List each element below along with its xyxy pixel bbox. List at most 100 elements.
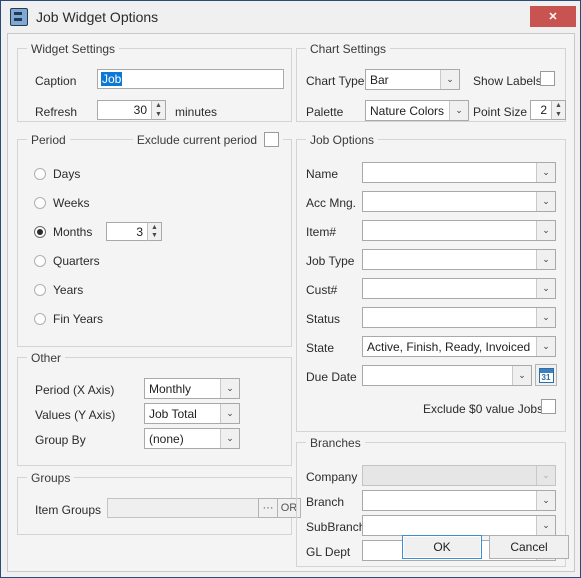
radio-weeks-dot xyxy=(34,197,46,209)
radio-fin-years-dot xyxy=(34,313,46,325)
ok-button[interactable]: OK xyxy=(402,535,482,559)
chevron-down-icon[interactable]: ⌄ xyxy=(536,516,555,535)
radio-fin-years[interactable]: Fin Years xyxy=(34,312,103,326)
state-label: State xyxy=(306,341,335,355)
chevron-down-icon[interactable]: ⌄ xyxy=(536,279,555,298)
due-date-select[interactable]: ⌄ xyxy=(362,365,532,386)
refresh-stepper[interactable]: ▲ ▼ xyxy=(151,100,166,120)
chevron-down-icon[interactable]: ⌄ xyxy=(512,366,531,385)
refresh-stepper-up[interactable]: ▲ xyxy=(152,101,165,110)
item-number-select[interactable]: ⌄ xyxy=(362,220,556,241)
chevron-down-icon[interactable]: ⌄ xyxy=(536,308,555,327)
item-groups-browse-button[interactable]: ··· xyxy=(258,498,278,518)
cancel-button[interactable]: Cancel xyxy=(489,535,569,559)
state-value: Active, Finish, Ready, Invoiced xyxy=(367,339,531,354)
chevron-down-icon[interactable]: ⌄ xyxy=(536,491,555,510)
radio-quarters-label: Quarters xyxy=(53,254,100,268)
months-stepper-up[interactable]: ▲ xyxy=(148,223,161,232)
radio-months-label: Months xyxy=(53,225,93,239)
status-select[interactable]: ⌄ xyxy=(362,307,556,328)
radio-quarters[interactable]: Quarters xyxy=(34,254,100,268)
point-size-value: 2 xyxy=(540,103,547,117)
group-by-value: (none) xyxy=(149,431,184,446)
acc-mng-select[interactable]: ⌄ xyxy=(362,191,556,212)
refresh-input[interactable]: 30 xyxy=(97,100,152,120)
group-other-legend: Other xyxy=(27,351,66,365)
item-groups-input[interactable] xyxy=(107,498,259,518)
refresh-label: Refresh xyxy=(35,105,78,119)
chevron-down-icon[interactable]: ⌄ xyxy=(220,429,239,448)
radio-years[interactable]: Years xyxy=(34,283,83,297)
radio-days[interactable]: Days xyxy=(34,167,80,181)
point-size-stepper[interactable]: ▲ ▼ xyxy=(551,100,566,120)
radio-years-label: Years xyxy=(53,283,84,297)
subbranch-select[interactable]: ⌄ xyxy=(362,515,556,536)
show-labels-label: Show Labels xyxy=(473,74,542,88)
group-chart-settings: Chart Settings Chart Type Bar ⌄ Show Lab… xyxy=(296,42,566,122)
job-type-select[interactable]: ⌄ xyxy=(362,249,556,270)
group-job-options-legend: Job Options xyxy=(306,133,379,147)
calendar-icon-header xyxy=(539,368,553,373)
exclude-zero-value-jobs-checkbox[interactable] xyxy=(541,399,556,414)
dialog-client-area: Widget Settings Caption Job Refresh 30 ▲… xyxy=(7,33,575,572)
group-groups-legend: Groups xyxy=(27,471,75,485)
chevron-down-icon[interactable]: ⌄ xyxy=(536,163,555,182)
palette-label: Palette xyxy=(306,105,344,119)
point-size-stepper-down[interactable]: ▼ xyxy=(552,110,565,119)
group-period: Period Exclude current period Days Weeks… xyxy=(17,132,292,347)
due-date-label: Due Date xyxy=(306,370,357,384)
company-select[interactable]: ⌄ xyxy=(362,465,556,486)
chevron-down-icon[interactable]: ⌄ xyxy=(220,404,239,423)
chevron-down-icon[interactable]: ⌄ xyxy=(536,250,555,269)
radio-days-dot xyxy=(34,168,46,180)
chevron-down-icon[interactable]: ⌄ xyxy=(449,101,468,120)
chevron-down-icon[interactable]: ⌄ xyxy=(220,379,239,398)
palette-value: Nature Colors xyxy=(370,103,445,118)
chart-type-value: Bar xyxy=(370,72,389,87)
title-bar: Job Widget Options ✕ xyxy=(2,2,580,31)
show-labels-checkbox[interactable] xyxy=(540,71,555,86)
radio-weeks[interactable]: Weeks xyxy=(34,196,89,210)
chevron-down-icon[interactable]: ⌄ xyxy=(536,192,555,211)
group-period-legend: Period xyxy=(27,133,70,147)
exclude-zero-value-jobs-label: Exclude $0 value Jobs xyxy=(423,402,544,416)
period-x-axis-label: Period (X Axis) xyxy=(35,383,115,397)
calendar-icon: 31 xyxy=(538,367,554,383)
months-input[interactable]: 3 xyxy=(106,222,148,241)
group-by-select[interactable]: (none) ⌄ xyxy=(144,428,240,449)
chart-type-label: Chart Type xyxy=(306,74,365,88)
chevron-down-icon[interactable]: ⌄ xyxy=(440,70,459,89)
exclude-current-period-checkbox[interactable] xyxy=(264,132,279,147)
app-icon xyxy=(10,7,28,26)
months-input-value: 3 xyxy=(136,224,143,239)
period-x-axis-select[interactable]: Monthly ⌄ xyxy=(144,378,240,399)
chevron-down-icon[interactable]: ⌄ xyxy=(536,466,555,485)
values-y-axis-select[interactable]: Job Total ⌄ xyxy=(144,403,240,424)
chevron-down-icon[interactable]: ⌄ xyxy=(536,221,555,240)
due-date-calendar-button[interactable]: 31 xyxy=(535,364,557,386)
radio-weeks-label: Weeks xyxy=(53,196,90,210)
chart-type-select[interactable]: Bar ⌄ xyxy=(365,69,460,90)
caption-input[interactable]: Job xyxy=(97,69,284,89)
cust-number-select[interactable]: ⌄ xyxy=(362,278,556,299)
palette-select[interactable]: Nature Colors ⌄ xyxy=(365,100,469,121)
months-stepper[interactable]: ▲ ▼ xyxy=(147,222,162,241)
close-icon[interactable]: ✕ xyxy=(530,6,576,27)
refresh-stepper-down[interactable]: ▼ xyxy=(152,110,165,119)
radio-months[interactable]: Months xyxy=(34,225,92,239)
exclude-current-period-row: Exclude current period xyxy=(132,132,283,147)
radio-quarters-dot xyxy=(34,255,46,267)
months-stepper-down[interactable]: ▼ xyxy=(148,232,161,241)
group-branches-legend: Branches xyxy=(306,436,365,450)
calendar-icon-day: 31 xyxy=(541,372,551,382)
item-number-label: Item# xyxy=(306,225,337,239)
radio-years-dot xyxy=(34,284,46,296)
chevron-down-icon[interactable]: ⌄ xyxy=(536,337,555,356)
point-size-stepper-up[interactable]: ▲ xyxy=(552,101,565,110)
period-x-axis-value: Monthly xyxy=(149,381,192,396)
state-select[interactable]: Active, Finish, Ready, Invoiced ⌄ xyxy=(362,336,556,357)
group-widget-settings-legend: Widget Settings xyxy=(27,42,120,56)
point-size-input[interactable]: 2 xyxy=(530,100,552,120)
branch-select[interactable]: ⌄ xyxy=(362,490,556,511)
name-select[interactable]: ⌄ xyxy=(362,162,556,183)
